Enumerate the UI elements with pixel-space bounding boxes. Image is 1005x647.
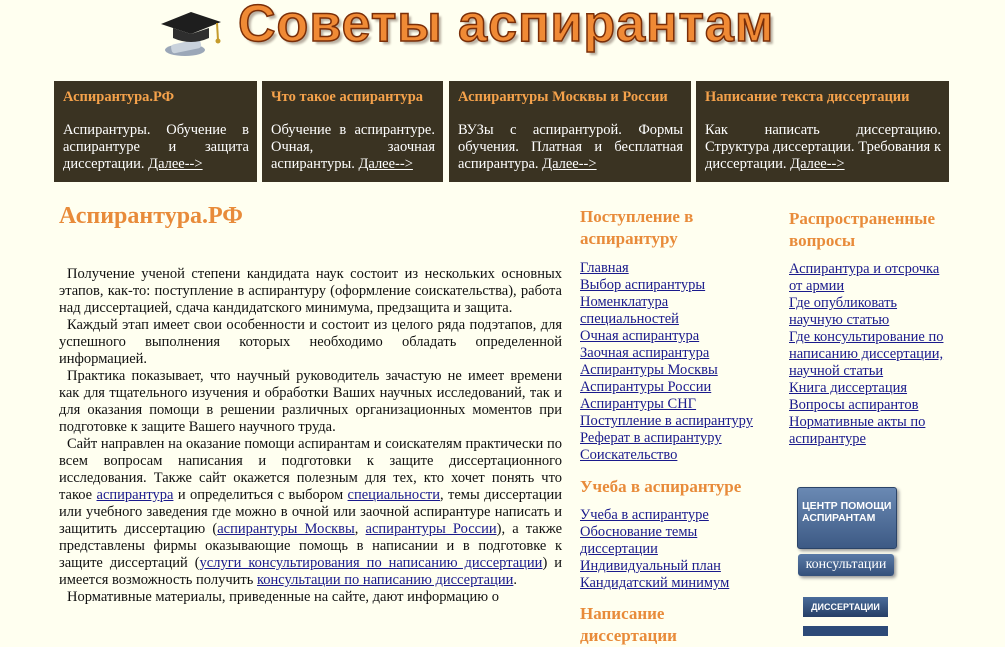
sidebar-link[interactable]: Учеба в аспирантуре (580, 507, 750, 524)
sidebar-link[interactable]: Номенклатура специальностей (580, 294, 765, 328)
nav-list-admission: Главная Выбор аспирантуры Номенклатура спе… (580, 260, 765, 464)
topnav-box-moscow-russia: Аспирантуры Москвы и России ВУЗы с аспир… (449, 81, 691, 182)
section-heading-writing: Написание диссертации (580, 604, 677, 645)
section-heading-admission: Поступление в аспирантуру (580, 207, 694, 248)
sidebar-link[interactable]: Соискательство (580, 447, 765, 464)
site-title: Советы аспирантам (237, 0, 775, 54)
section-heading-study: Учеба в аспирантуре (580, 477, 742, 496)
sidebar-link[interactable]: Главная (580, 260, 765, 277)
link-konsultacii[interactable]: консультации по написанию диссертации (257, 572, 513, 588)
link-aspirantura[interactable]: аспирантура (97, 487, 174, 503)
graduation-cap-icon (161, 12, 221, 56)
sidebar-link[interactable]: Нормативные акты по аспирантуре (789, 414, 949, 448)
header: Советы аспирантам (0, 0, 1005, 70)
topnav-box-text: Обучение в аспирантуре. Очная, заочная а… (271, 122, 435, 172)
more-link[interactable]: Далее--> (542, 156, 596, 172)
more-link[interactable]: Далее--> (148, 156, 202, 172)
article-paragraph: Получение ученой степени кандидата наук … (59, 266, 562, 316)
link-specialnosti[interactable]: специальности (348, 487, 440, 503)
link-aspirantury-moskvy[interactable]: аспирантуры Москвы (217, 521, 355, 537)
sidebar-link[interactable]: Индивидуальный план (580, 558, 750, 575)
sidebar-link[interactable]: Обоснование темы диссертации (580, 524, 750, 558)
sidebar-link[interactable]: Реферат в аспирантуру (580, 430, 765, 447)
nav-list-study: Учеба в аспирантуре Обоснование темы дисс… (580, 507, 750, 592)
sidebar-link[interactable]: Где консультирование по написанию диссер… (789, 329, 949, 380)
sidebar-link[interactable]: Аспирантуры Москвы (580, 362, 765, 379)
sidebar-link[interactable]: Вопросы аспирантов (789, 397, 949, 414)
topnav-box-writing: Написание текста диссертации Как написат… (696, 81, 949, 182)
topnav-box-title: Что такое аспирантура (271, 89, 424, 105)
topnav-box-title: Написание текста диссертации (705, 89, 910, 105)
sidebar-link[interactable]: Поступление в аспирантуру (580, 413, 765, 430)
sidebar-link[interactable]: Заочная аспирантура (580, 345, 765, 362)
sidebar-link[interactable]: Аспирантуры СНГ (580, 396, 765, 413)
help-center-banner[interactable]: ЦЕНТР ПОМОЩИ АСПИРАНТАМ (797, 487, 897, 549)
page-title: Аспирантура.РФ (59, 203, 243, 229)
section-heading-faq: Распространенные вопросы (789, 209, 935, 250)
topnav-box-aspirantura-rf: Аспирантура.РФ Аспирантуры. Обучение в а… (54, 81, 257, 182)
sidebar-link[interactable]: Очная аспирантура (580, 328, 765, 345)
article-body: Получение ученой степени кандидата наук … (59, 266, 562, 606)
sidebar-link[interactable]: Где опубликовать научную статью (789, 295, 949, 329)
dissertation-banner[interactable]: ДИССЕРТАЦИИ (803, 597, 888, 617)
topnav-box-text: Аспирантуры. Обучение в аспирантуре и за… (63, 122, 249, 172)
sidebar-link[interactable]: Аспирантуры России (580, 379, 765, 396)
sidebar-link[interactable]: Выбор аспирантуры (580, 277, 765, 294)
article-paragraph: Нормативные материалы, приведенные на са… (67, 589, 500, 605)
article-paragraph: Каждый этап имеет свои особенности и сос… (59, 317, 562, 367)
consultation-button[interactable]: консультации (798, 554, 894, 576)
more-link[interactable]: Далее--> (358, 156, 412, 172)
sidebar-link[interactable]: Книга диссертация (789, 380, 949, 397)
article-paragraph: Сайт направлен на оказание помощи аспира… (59, 436, 563, 588)
more-link[interactable]: Далее--> (790, 156, 844, 172)
article-paragraph: Практика показывает, что научный руковод… (59, 368, 562, 435)
sidebar-link[interactable]: Кандидатский минимум (580, 575, 750, 592)
sidebar-link[interactable]: Аспирантура и отсрочка от армии (789, 261, 949, 295)
topnav-box-title: Аспирантуры Москвы и России (458, 89, 668, 105)
help-center-banner-label: ЦЕНТР ПОМОЩИ АСПИРАНТАМ (802, 500, 892, 524)
topnav-box-title: Аспирантура.РФ (63, 89, 175, 105)
topnav-box-text: ВУЗы с аспирантурой. Формы обучения. Пла… (458, 122, 683, 172)
topnav-box-what-is: Что такое аспирантура Обучение в аспиран… (262, 81, 443, 182)
nav-list-faq: Аспирантура и отсрочка от армии Где опубл… (789, 261, 949, 448)
link-aspirantury-rossii[interactable]: аспирантуры России (366, 521, 497, 537)
topnav-box-text: Как написать диссертацию. Структура дисс… (705, 122, 941, 172)
link-uslugi-konsultirovaniya[interactable]: услуги консультирования по написанию дис… (200, 555, 543, 571)
dissertation-banner-2[interactable] (803, 626, 888, 636)
